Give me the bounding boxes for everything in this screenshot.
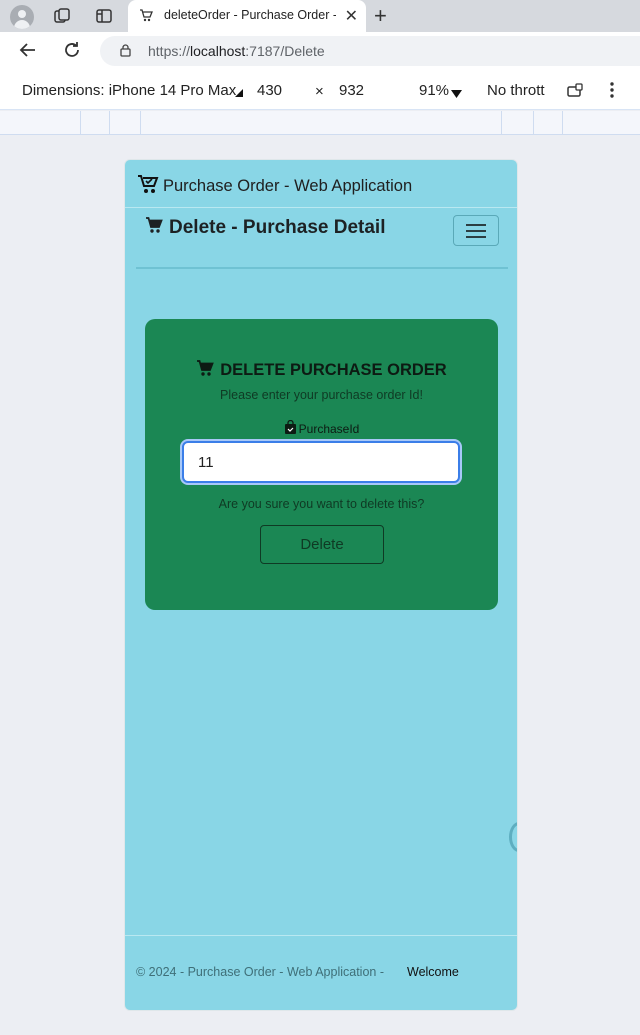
url-field[interactable]: https://localhost:7187/Delete <box>100 36 640 66</box>
active-tab[interactable]: deleteOrder - Purchase Order - Web Appli… <box>128 0 366 32</box>
cart-favicon-icon <box>139 8 153 27</box>
navbar-toggle-button[interactable] <box>453 215 499 246</box>
media-query-ruler <box>0 111 640 135</box>
cart-icon <box>145 216 163 240</box>
url-text: https://localhost:7187/Delete <box>148 43 325 59</box>
purchase-id-label-text: PurchaseId <box>298 422 360 436</box>
confirm-text: Are you sure you want to delete this? <box>218 497 425 511</box>
zoom-dropdown[interactable]: 91% <box>419 82 449 99</box>
workspaces-icon[interactable] <box>51 5 73 27</box>
profile-avatar-icon[interactable] <box>10 5 34 29</box>
more-options-icon[interactable] <box>609 81 615 104</box>
cart-check-icon <box>137 173 159 200</box>
delete-card: DELETE PURCHASE ORDER Please enter your … <box>145 319 498 610</box>
page-title-text: Delete - Purchase Detail <box>169 217 386 238</box>
device-width-field[interactable]: 430 <box>257 82 282 99</box>
back-arrow-icon[interactable] <box>18 40 38 66</box>
footer-copyright: © 2024 - Purchase Order - Web Applicatio… <box>136 965 384 979</box>
new-tab-icon[interactable]: + <box>374 3 387 29</box>
purchase-id-label: PurchaseId <box>145 419 498 438</box>
page-title: Delete - Purchase Detail <box>145 216 385 240</box>
card-title: DELETE PURCHASE ORDER <box>145 359 498 382</box>
address-bar: https://localhost:7187/Delete <box>0 32 640 70</box>
footer-divider <box>125 935 517 936</box>
dimension-separator: × <box>315 83 324 100</box>
device-dimensions-dropdown[interactable]: Dimensions: iPhone 14 Pro Max <box>22 82 236 99</box>
welcome-link[interactable]: Welcome <box>407 965 459 979</box>
delete-button[interactable]: Delete <box>260 525 384 564</box>
navbar-divider <box>125 207 517 208</box>
browser-tab-strip: deleteOrder - Purchase Order - Web Appli… <box>0 0 640 32</box>
scroll-indicator <box>509 822 517 852</box>
lock-icon[interactable] <box>120 44 131 57</box>
brand-text: Purchase Order - Web Application <box>163 177 413 195</box>
card-title-text: DELETE PURCHASE ORDER <box>220 361 447 379</box>
dropdown-caret-icon <box>235 84 243 102</box>
bag-check-icon <box>284 419 297 438</box>
device-height-field[interactable]: 932 <box>339 82 364 99</box>
vertical-tabs-icon[interactable] <box>93 5 115 27</box>
reload-icon[interactable] <box>62 40 82 66</box>
throttle-dropdown[interactable]: No thrott <box>487 82 545 99</box>
navbar-brand[interactable]: Purchase Order - Web Application <box>137 173 412 200</box>
rotate-device-icon[interactable] <box>566 81 584 104</box>
cart-icon <box>196 359 215 382</box>
zoom-caret-icon <box>451 85 462 103</box>
purchase-id-input[interactable] <box>182 441 460 483</box>
close-tab-icon[interactable]: ✕ <box>345 6 358 26</box>
device-viewport: Purchase Order - Web Application Delete … <box>124 159 518 1011</box>
tab-title: deleteOrder - Purchase Order - Web Appli… <box>164 8 336 22</box>
card-subtitle: Please enter your purchase order Id! <box>220 388 423 402</box>
section-separator <box>136 267 508 269</box>
device-toolbar: Dimensions: iPhone 14 Pro Max 430 × 932 … <box>0 70 640 110</box>
